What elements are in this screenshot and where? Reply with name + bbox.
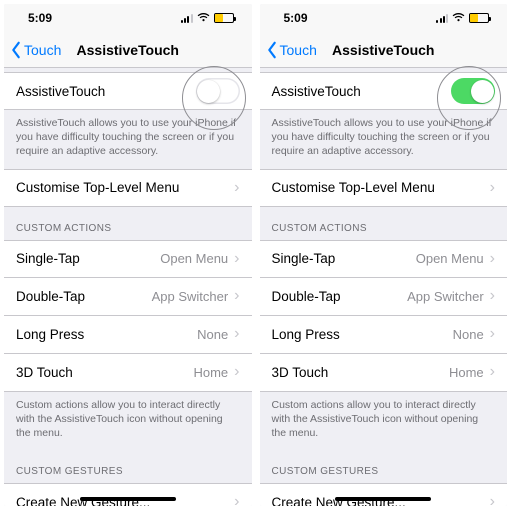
row-label: Customise Top-Level Menu: [16, 180, 179, 195]
wifi-icon: [197, 12, 210, 25]
row-label: Double-Tap: [16, 289, 85, 304]
row-value: Home›: [449, 364, 495, 380]
assistivetouch-toggle-row[interactable]: AssistiveTouch: [4, 72, 252, 110]
phone-screen-1: 5:09 Touch AssistiveTouch AssistiveTouch: [260, 4, 508, 506]
row-3d-touch[interactable]: 3D Touch Home›: [4, 354, 252, 392]
custom-actions-header: CUSTOM ACTIONS: [4, 207, 252, 240]
signal-icon: [436, 14, 448, 23]
toggle-label: AssistiveTouch: [272, 84, 361, 99]
back-button[interactable]: Touch: [10, 41, 61, 59]
row-double-tap[interactable]: Double-Tap App Switcher›: [4, 278, 252, 316]
row-value: Open Menu›: [416, 251, 495, 267]
row-value: None›: [453, 326, 495, 342]
row-single-tap[interactable]: Single-Tap Open Menu›: [4, 240, 252, 278]
status-bar: 5:09: [260, 4, 508, 32]
row-value: App Switcher›: [407, 288, 495, 304]
chevron-left-icon: [266, 41, 278, 59]
status-time: 5:09: [28, 11, 52, 25]
chevron-right-icon: ›: [490, 288, 495, 304]
row-double-tap[interactable]: Double-Tap App Switcher›: [260, 278, 508, 316]
nav-bar: Touch AssistiveTouch: [4, 32, 252, 68]
row-long-press[interactable]: Long Press None›: [4, 316, 252, 354]
row-label: 3D Touch: [272, 365, 329, 380]
row-label: Single-Tap: [16, 251, 80, 266]
assistivetouch-description: AssistiveTouch allows you to use your iP…: [4, 110, 252, 169]
status-time: 5:09: [284, 11, 308, 25]
custom-actions-header: CUSTOM ACTIONS: [260, 207, 508, 240]
toggle-label: AssistiveTouch: [16, 84, 105, 99]
custom-actions-footer: Custom actions allow you to interact dir…: [260, 392, 508, 451]
back-button[interactable]: Touch: [266, 41, 317, 59]
page-title: AssistiveTouch: [332, 42, 434, 58]
row-label: Customise Top-Level Menu: [272, 180, 435, 195]
chevron-right-icon: ›: [234, 180, 239, 196]
row-value: Home›: [193, 364, 239, 380]
page-title: AssistiveTouch: [77, 42, 179, 58]
chevron-left-icon: [10, 41, 22, 59]
row-3d-touch[interactable]: 3D Touch Home›: [260, 354, 508, 392]
status-right: [181, 12, 234, 25]
row-value: Open Menu›: [160, 251, 239, 267]
row-label: Long Press: [272, 327, 340, 342]
customise-menu-row[interactable]: Customise Top-Level Menu ›: [260, 169, 508, 207]
row-long-press[interactable]: Long Press None›: [260, 316, 508, 354]
assistivetouch-toggle-row[interactable]: AssistiveTouch: [260, 72, 508, 110]
row-label: Double-Tap: [272, 289, 341, 304]
chevron-right-icon: ›: [234, 326, 239, 342]
home-indicator: [80, 497, 176, 501]
chevron-right-icon: ›: [234, 251, 239, 267]
chevron-right-icon: ›: [490, 494, 495, 506]
row-label: 3D Touch: [16, 365, 73, 380]
row-single-tap[interactable]: Single-Tap Open Menu›: [260, 240, 508, 278]
custom-actions-footer: Custom actions allow you to interact dir…: [4, 392, 252, 451]
custom-gestures-header: CUSTOM GESTURES: [260, 450, 508, 483]
status-right: [436, 12, 489, 25]
assistivetouch-description: AssistiveTouch allows you to use your iP…: [260, 110, 508, 169]
row-value: App Switcher›: [152, 288, 240, 304]
back-label: Touch: [24, 42, 61, 58]
customise-menu-row[interactable]: Customise Top-Level Menu ›: [4, 169, 252, 207]
chevron-right-icon: ›: [490, 251, 495, 267]
nav-bar: Touch AssistiveTouch: [260, 32, 508, 68]
signal-icon: [181, 14, 193, 23]
row-label: Long Press: [16, 327, 84, 342]
status-bar: 5:09: [4, 4, 252, 32]
row-value: None›: [197, 326, 239, 342]
wifi-icon: [452, 12, 465, 25]
back-label: Touch: [280, 42, 317, 58]
row-label: Single-Tap: [272, 251, 336, 266]
chevron-right-icon: ›: [234, 364, 239, 380]
battery-icon: [214, 13, 234, 23]
battery-icon: [469, 13, 489, 23]
chevron-right-icon: ›: [490, 364, 495, 380]
home-indicator: [335, 497, 431, 501]
create-gesture-row[interactable]: Create New Gesture... ›: [260, 483, 508, 506]
chevron-right-icon: ›: [234, 494, 239, 506]
chevron-right-icon: ›: [490, 326, 495, 342]
phone-screen-0: 5:09 Touch AssistiveTouch AssistiveTouch: [4, 4, 252, 506]
create-gesture-row[interactable]: Create New Gesture... ›: [4, 483, 252, 506]
chevron-right-icon: ›: [490, 180, 495, 196]
custom-gestures-header: CUSTOM GESTURES: [4, 450, 252, 483]
assistivetouch-toggle[interactable]: [196, 78, 240, 104]
chevron-right-icon: ›: [234, 288, 239, 304]
assistivetouch-toggle[interactable]: [451, 78, 495, 104]
